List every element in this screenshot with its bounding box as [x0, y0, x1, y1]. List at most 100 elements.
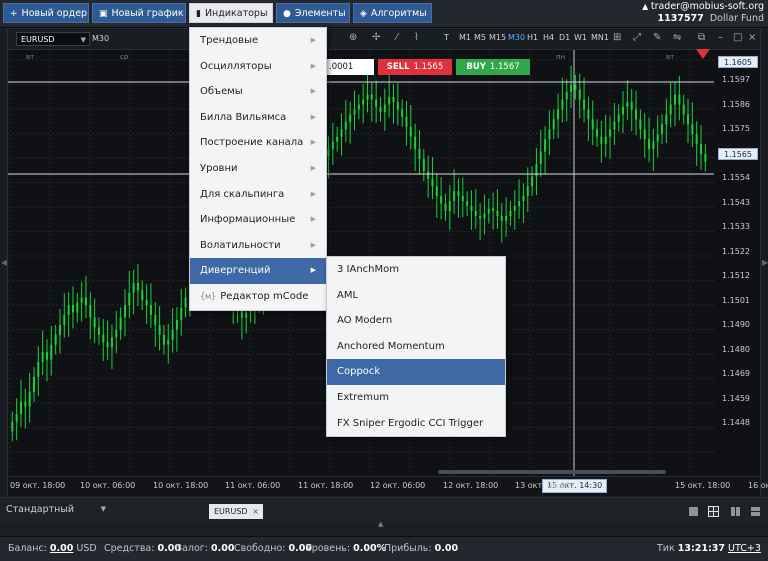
diamond-icon: ◈ [360, 9, 367, 19]
plus-icon: + [10, 9, 18, 19]
sell-button[interactable]: SELL 1.1565 [378, 59, 452, 75]
chart-toolbar: EURUSD ▼ M30 ⊕ ✢ ⁄ ⌇ T M1 M5 M15 M30 H1 H4 D1 W1 M… [8, 29, 760, 50]
layout-columns-icon[interactable] [730, 506, 741, 517]
scroll-icon[interactable]: ⇋ [673, 32, 681, 43]
crosshair-icon[interactable]: ⊕ [349, 32, 357, 43]
price-tick: 1.1533 [722, 222, 750, 231]
timeframe-m1[interactable]: M1 [459, 33, 471, 42]
fibo-icon[interactable]: ⌇ [414, 32, 419, 43]
algorithms-button[interactable]: ◈ Алгоритмы [353, 3, 432, 23]
menu-item[interactable]: Осцилляторы ▶ [190, 54, 326, 80]
time-tick: 16 окт. 06:00 [748, 481, 768, 490]
timeframe-t[interactable]: T [444, 33, 449, 42]
time-tick: 11 окт. 18:00 [298, 481, 354, 490]
trendline-icon[interactable]: ⁄ [396, 32, 398, 43]
layout-select[interactable]: Стандартный ▼ [6, 504, 108, 515]
elements-button[interactable]: ● Элементы [276, 3, 350, 23]
candle-body [119, 317, 122, 330]
panel-toggle-icon[interactable]: ▲ [378, 520, 383, 528]
candle-body [102, 334, 105, 343]
new-chart-button[interactable]: ▣ Новый график [92, 3, 186, 23]
timeframe-m15[interactable]: M15 [489, 33, 506, 42]
timeframe-mn1[interactable]: MN1 [591, 33, 609, 42]
maximize-icon[interactable]: □ [733, 32, 742, 43]
submenu-item[interactable]: Coppock [327, 359, 505, 385]
right-collapse-arrow[interactable]: ▶ [762, 258, 768, 267]
grid-icon[interactable]: ⊞ [613, 32, 621, 43]
submenu-item[interactable]: 3 IAnchMom [327, 257, 505, 283]
candle-body [136, 282, 139, 291]
candle-body [245, 312, 248, 318]
layout-grid-icon[interactable] [708, 506, 719, 517]
draw-icon[interactable]: ✎ [653, 32, 661, 43]
timeframe-m5[interactable]: M5 [474, 33, 486, 42]
candle-body [444, 203, 447, 211]
lot-input[interactable]: .0001 [326, 59, 374, 75]
candle-body [539, 151, 542, 164]
close-icon[interactable]: × [252, 504, 259, 519]
submenu-arrow-icon: ▶ [310, 36, 316, 44]
chart-tab[interactable]: EURUSD × [209, 504, 263, 519]
minimize-icon[interactable]: – [718, 32, 723, 43]
candle-body [418, 149, 421, 159]
indicators-button[interactable]: ▮ Индикаторы [189, 3, 273, 23]
candle-body [379, 106, 382, 112]
submenu-arrow-icon: ▶ [310, 112, 316, 121]
menu-item[interactable]: Для скальпинга ▶ [190, 182, 326, 208]
candle-body [132, 282, 135, 293]
submenu-item[interactable]: Extremum [327, 385, 505, 411]
symbol-select[interactable]: EURUSD ▼ [16, 32, 90, 46]
candle-body [453, 191, 456, 202]
candle-body [50, 344, 53, 360]
candle-body [353, 109, 356, 115]
timeframe-m30[interactable]: M30 [508, 33, 525, 42]
menu-item[interactable]: Информационные ▶ [190, 207, 326, 233]
new-order-button[interactable]: + Новый ордер [3, 3, 89, 23]
timezone-select[interactable]: UTC+3 [728, 543, 761, 554]
menu-item[interactable]: Объемы ▶ [190, 79, 326, 105]
candle-body [431, 178, 434, 187]
price-tick: 1.1512 [722, 271, 750, 280]
bars-icon: ▮ [196, 9, 201, 19]
candle-body [63, 315, 66, 325]
menu-item[interactable]: Уровни ▶ [190, 156, 326, 182]
close-icon[interactable]: × [748, 32, 756, 43]
candle-body [557, 109, 560, 120]
candle-body [80, 297, 83, 303]
submenu-item[interactable]: AO Modern [327, 308, 505, 334]
submenu-item[interactable]: FX Sniper Ergodic CCI Trigger [327, 411, 505, 437]
menu-item[interactable]: Волатильности ▶ [190, 233, 326, 259]
candle-body [110, 337, 113, 348]
detach-icon[interactable]: ⧉ [698, 32, 705, 43]
candle-body [19, 401, 22, 415]
account-info[interactable]: ▲ trader@mobius-soft.org 1137577 Dollar … [642, 1, 764, 25]
menu-item[interactable]: Дивергенций ▶ [190, 258, 326, 284]
candle-body [158, 324, 161, 335]
price-axis[interactable]: 1.1597 1.1586 1.1575 1.1554 1.1543 1.1533 1.15… [714, 50, 760, 476]
menu-item[interactable]: Билла Вильямса ▶ [190, 105, 326, 131]
layout-single-icon[interactable] [688, 506, 699, 517]
candle-body [635, 109, 638, 120]
candle-body [665, 114, 668, 125]
price-tick: 1.1459 [722, 393, 750, 403]
buy-button[interactable]: BUY 1.1567 [456, 59, 530, 75]
candle-body [652, 141, 655, 150]
timeframe-h1[interactable]: H1 [527, 33, 538, 42]
timeframe-d1[interactable]: D1 [559, 33, 570, 42]
submenu-arrow-icon: ▶ [310, 240, 316, 249]
menu-item[interactable]: Трендовые ▶ [190, 28, 326, 54]
cursor-icon[interactable]: ✢ [372, 32, 380, 43]
expand-icon[interactable]: ⤢ [633, 32, 641, 43]
submenu-item[interactable]: Anchored Momentum [327, 334, 505, 360]
menu-item[interactable]: Построение канала ▶ [190, 130, 326, 156]
layout-rows-icon[interactable] [750, 506, 761, 517]
candle-body [106, 342, 109, 348]
candle-body [331, 141, 334, 150]
candle-body [370, 94, 373, 100]
time-axis[interactable]: 15 окт. 14:30 09 окт. 18:00 10 окт. 06:00… [8, 476, 768, 496]
submenu-item[interactable]: AML [327, 283, 505, 309]
timeframe-h4[interactable]: H4 [543, 33, 554, 42]
candle-body [435, 186, 438, 197]
menu-item[interactable]: {м} Редактор mCode [190, 284, 326, 310]
timeframe-w1[interactable]: W1 [574, 33, 587, 42]
